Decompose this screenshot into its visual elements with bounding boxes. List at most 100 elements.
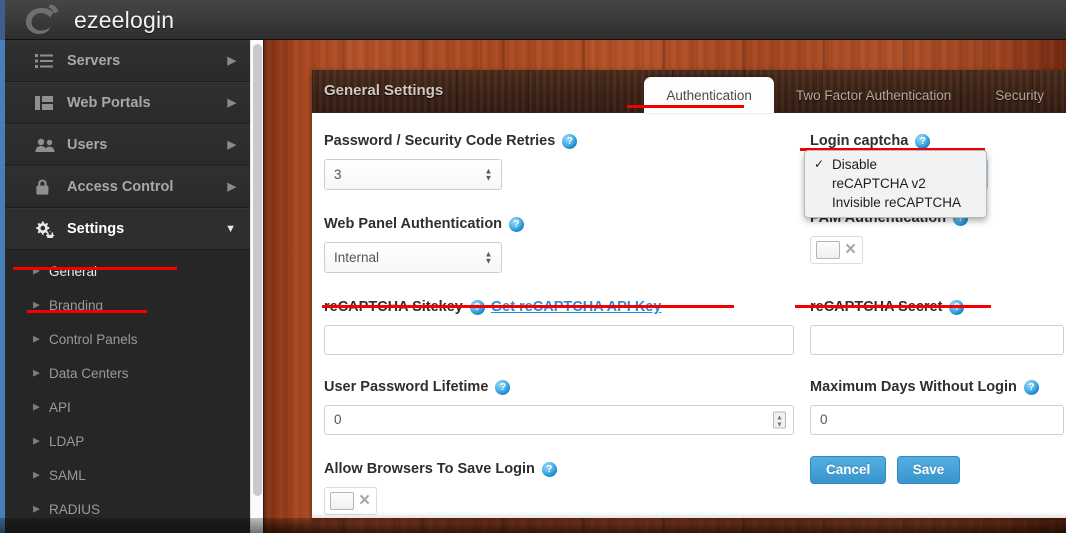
stepper-icon[interactable]: ▲ ▼ — [773, 411, 786, 429]
clear-x-icon[interactable]: × — [359, 491, 370, 510]
password-retries-label: Password / Security Code Retries ? — [324, 133, 578, 149]
allow-browsers-save-login-toggle[interactable]: × — [324, 487, 378, 515]
tab-authentication[interactable]: Authentication — [644, 77, 774, 113]
max-days-value: 0 — [820, 412, 828, 427]
sidebar-item-branding[interactable]: ▶ Branding — [5, 288, 250, 322]
label-text: reCAPTCHA Secret — [810, 299, 943, 315]
sidebar-item-users[interactable]: Users ▶ — [5, 124, 250, 166]
field-recaptcha-secret: reCAPTCHA Secret ? — [810, 299, 1064, 355]
tab-two-factor-authentication[interactable]: Two Factor Authentication — [774, 78, 973, 113]
help-icon[interactable]: ? — [541, 461, 557, 477]
allow-browsers-save-login-label: Allow Browsers To Save Login ? — [324, 461, 557, 477]
chevron-right-icon: ▶ — [227, 54, 236, 67]
sidebar-subitem-label: Branding — [49, 297, 104, 313]
sidebar-subitem-label: SAML — [49, 467, 86, 483]
sidebar-item-data-centers[interactable]: ▶ Data Centers — [5, 356, 250, 390]
max-days-without-login-input[interactable]: 0 — [810, 405, 1064, 435]
login-captcha-dropdown-list[interactable]: ✓ Disable reCAPTCHA v2 Invisible reCAPTC… — [804, 150, 987, 218]
user-password-lifetime-input[interactable]: 0 ▲ ▼ — [324, 405, 794, 435]
help-icon[interactable]: ? — [469, 299, 485, 315]
password-retries-stepper[interactable]: 3 ▲ ▼ — [324, 159, 502, 190]
sidebar-item-general[interactable]: ▶ General — [5, 254, 250, 288]
max-days-without-login-label: Maximum Days Without Login ? — [810, 379, 1064, 395]
field-user-password-lifetime: User Password Lifetime ? 0 ▲ ▼ — [324, 379, 794, 435]
label-text: Password / Security Code Retries — [324, 133, 556, 149]
sidebar-subitem-label: LDAP — [49, 433, 85, 449]
chevron-right-icon: ▶ — [227, 180, 236, 193]
gear-icon — [35, 221, 57, 238]
spinner-arrows-icon[interactable]: ▲▼ — [484, 250, 493, 265]
grid-icon — [35, 95, 57, 111]
pam-auth-toggle[interactable]: × — [810, 236, 864, 264]
label-text: Web Panel Authentication — [324, 216, 503, 232]
login-captcha-label: Login captcha ? — [810, 133, 988, 149]
tab-security[interactable]: Security — [973, 78, 1066, 113]
dropdown-option-invisible-recaptcha[interactable]: Invisible reCAPTCHA — [805, 193, 986, 212]
help-icon[interactable]: ? — [562, 133, 578, 149]
checkbox[interactable] — [330, 492, 354, 510]
sidebar-item-label: Settings — [67, 221, 125, 237]
wood-bottom-shade — [264, 519, 1066, 533]
dropdown-option-label: Invisible reCAPTCHA — [832, 195, 962, 210]
recaptcha-sitekey-label: reCAPTCHA Sitekey ? Get reCAPTCHA API Ke… — [324, 299, 794, 315]
sidebar-item-ldap[interactable]: ▶ LDAP — [5, 424, 250, 458]
recaptcha-sitekey-input[interactable] — [324, 325, 794, 355]
tab-label: Two Factor Authentication — [795, 88, 952, 103]
settings-card: General Settings Authentication Two Fact… — [312, 70, 1066, 518]
users-icon — [35, 137, 57, 153]
dropdown-option-disable[interactable]: ✓ Disable — [805, 155, 986, 174]
sidebar-item-radius[interactable]: ▶ RADIUS — [5, 492, 250, 526]
cancel-button[interactable]: Cancel — [810, 456, 887, 484]
check-icon: ✓ — [814, 157, 825, 171]
get-recaptcha-api-key-link[interactable]: Get reCAPTCHA API Key — [491, 299, 662, 315]
triangle-right-icon: ▶ — [33, 333, 40, 344]
field-password-retries: Password / Security Code Retries ? 3 ▲ ▼ — [324, 133, 578, 190]
label-text: Allow Browsers To Save Login — [324, 461, 535, 477]
help-icon[interactable]: ? — [509, 216, 525, 232]
password-retries-value: 3 — [334, 167, 342, 182]
help-icon[interactable]: ? — [915, 133, 931, 149]
triangle-right-icon: ▶ — [33, 401, 40, 412]
clear-x-icon[interactable]: × — [845, 240, 856, 259]
sidebar-item-control-panels[interactable]: ▶ Control Panels — [5, 322, 250, 356]
tab-label: Authentication — [666, 87, 752, 103]
sidebar-item-servers[interactable]: Servers ▶ — [5, 40, 250, 82]
triangle-right-icon: ▶ — [33, 299, 40, 310]
sidebar-scrollbar-track[interactable] — [250, 40, 263, 533]
label-text: Login captcha — [810, 133, 909, 149]
save-button[interactable]: Save — [896, 456, 961, 484]
label-text: Maximum Days Without Login — [810, 379, 1017, 395]
user-password-lifetime-value: 0 — [334, 412, 342, 427]
sidebar-item-saml[interactable]: ▶ SAML — [5, 458, 250, 492]
sidebar-item-settings[interactable]: Settings ▼ — [5, 208, 250, 250]
dropdown-option-label: reCAPTCHA v2 — [832, 176, 926, 191]
sidebar-item-api[interactable]: ▶ API — [5, 390, 250, 424]
sidebar-scrollbar-thumb[interactable] — [253, 44, 262, 496]
ezeelogin-swirl-logo-icon[interactable] — [20, 2, 64, 38]
user-password-lifetime-label: User Password Lifetime ? — [324, 379, 794, 395]
recaptcha-secret-input[interactable] — [810, 325, 1064, 355]
app-root: ezeelogin Servers ▶ Web Portals ▶ Users … — [0, 0, 1066, 533]
help-icon[interactable]: ? — [949, 299, 965, 315]
triangle-right-icon: ▶ — [33, 367, 40, 378]
lock-icon — [35, 179, 57, 195]
triangle-right-icon: ▶ — [33, 265, 40, 276]
tab-label: Security — [995, 88, 1044, 103]
sidebar-subitem-label: RADIUS — [49, 501, 101, 517]
help-icon[interactable]: ? — [495, 379, 511, 395]
sidebar-subitem-label: API — [49, 399, 71, 415]
sidebar-item-web-portals[interactable]: Web Portals ▶ — [5, 82, 250, 124]
sidebar-item-access-control[interactable]: Access Control ▶ — [5, 166, 250, 208]
sidebar: Servers ▶ Web Portals ▶ Users ▶ Access C… — [5, 40, 250, 533]
spinner-arrows-icon[interactable]: ▲▼ — [484, 167, 493, 182]
triangle-right-icon: ▶ — [33, 435, 40, 446]
help-icon[interactable]: ? — [1023, 379, 1039, 395]
dropdown-option-recaptcha-v2[interactable]: reCAPTCHA v2 — [805, 174, 986, 193]
web-panel-auth-select[interactable]: Internal ▲ ▼ — [324, 242, 502, 273]
sidebar-item-label: Servers — [67, 53, 121, 69]
checkbox[interactable] — [816, 241, 840, 259]
sidebar-item-label: Access Control — [67, 179, 174, 195]
browser-chrome-edge — [0, 0, 5, 533]
dropdown-option-label: Disable — [832, 157, 878, 172]
chevron-right-icon: ▶ — [227, 138, 236, 151]
